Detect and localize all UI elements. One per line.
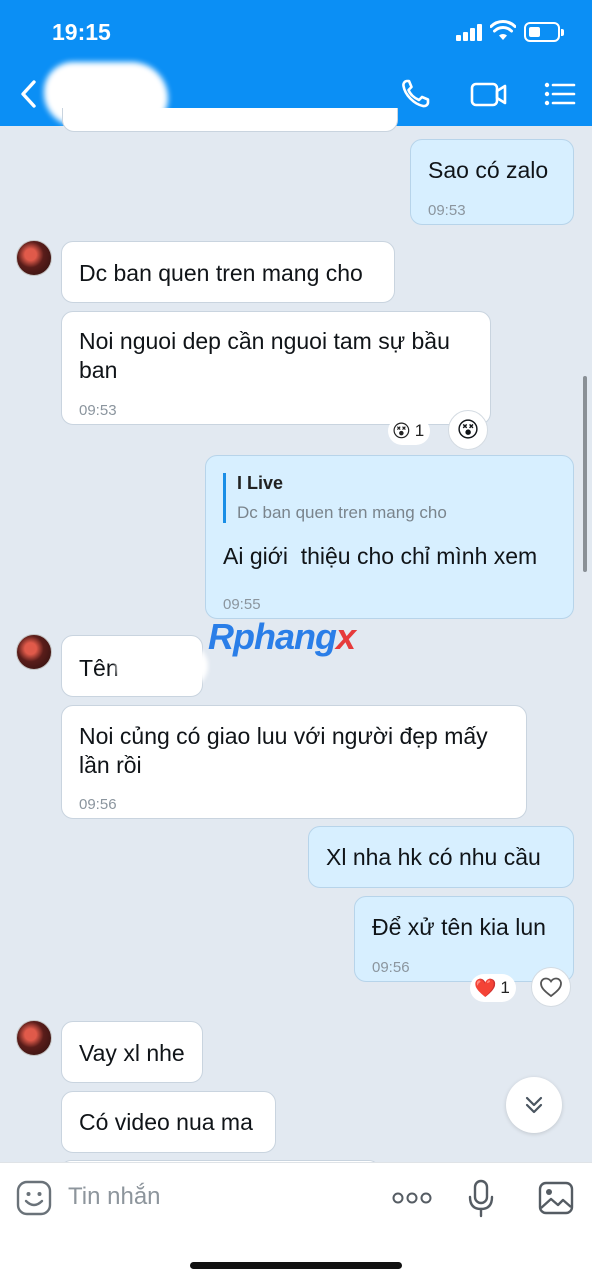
status-time: 19:15 <box>52 19 111 45</box>
message-text: Để xử tên kia lun <box>372 914 546 940</box>
message-bubble-incoming[interactable]: Tên <box>61 635 203 697</box>
message-bubble-outgoing[interactable]: Sao có zalo 09:53 <box>410 139 574 225</box>
message-text: Tên <box>79 655 119 681</box>
more-icon[interactable] <box>390 1188 434 1208</box>
message-text: Ai giới thiệu cho chỉ mình xem <box>223 543 538 569</box>
avatar[interactable] <box>16 634 52 670</box>
message-time: 09:53 <box>428 202 466 219</box>
heart-outline-icon <box>540 977 562 998</box>
redaction-blur <box>116 644 208 688</box>
scroll-to-bottom-button[interactable] <box>506 1077 562 1133</box>
contact-name-redacted[interactable] <box>44 62 168 126</box>
message-time: 09:56 <box>372 959 410 976</box>
message-text: Sao có zalo <box>428 157 549 183</box>
add-reaction-button[interactable]: 😵 <box>448 410 488 450</box>
reaction-chip[interactable]: 😵 1 <box>388 417 431 445</box>
video-call-icon[interactable] <box>469 76 509 112</box>
menu-list-icon[interactable] <box>540 76 580 112</box>
message-bubble-outgoing[interactable]: I Live Dc ban quen tren mang cho Ai giới… <box>205 455 574 619</box>
message-bubble-outgoing[interactable]: Để xử tên kia lun 09:56 <box>354 896 574 982</box>
message-time: 09:55 <box>223 596 261 613</box>
reaction-chip[interactable]: ❤️ 1 <box>470 974 516 1002</box>
message-bubble-incoming[interactable]: Dc ban quen tren mang cho <box>61 241 395 303</box>
dizzy-face-emoji-icon: 😵 <box>392 420 411 441</box>
quote-bar <box>223 473 226 523</box>
quote-text: Dc ban quen tren mang cho <box>237 503 447 522</box>
image-icon[interactable] <box>538 1181 574 1215</box>
message-bubble-incoming[interactable]: Noi củng có giao luu với người đẹp mấy l… <box>61 705 527 819</box>
message-time: 09:53 <box>79 402 117 419</box>
watermark-logo: Rphangx <box>208 616 356 657</box>
scrollbar-thumb[interactable] <box>583 376 587 572</box>
microphone-icon[interactable] <box>466 1179 496 1219</box>
message-text: Dc ban quen tren mang cho <box>79 260 363 286</box>
add-reaction-button[interactable] <box>531 967 571 1007</box>
heart-emoji-icon: ❤️ <box>474 977 497 998</box>
wifi-icon <box>490 20 516 40</box>
message-input[interactable]: Tin nhắn <box>68 1183 161 1211</box>
message-bubble-incoming[interactable]: Vay xl nhe <box>61 1021 203 1083</box>
message-list[interactable]: Sao có zalo 09:53 Dc ban quen tren mang … <box>0 0 592 1170</box>
quote-author: I Live <box>237 473 284 493</box>
message-bubble-incoming[interactable]: Noi nguoi dep cần nguoi tam sự bầu ban 0… <box>61 311 491 425</box>
reaction-count: 1 <box>500 978 510 997</box>
chat-header: 19:15 <box>0 0 592 126</box>
message-text: Xl nha hk có nhu cầu <box>326 844 541 870</box>
message-text: Vay xl nhe <box>79 1040 185 1066</box>
reaction-count: 1 <box>414 421 425 440</box>
message-text: Noi nguoi dep cần nguoi tam sự bầu ban <box>79 328 450 383</box>
message-text: Có video nua ma <box>79 1109 253 1135</box>
cellular-signal-icon <box>456 24 484 41</box>
message-bubble-incoming[interactable]: Có video nua ma <box>61 1091 276 1153</box>
phone-icon[interactable] <box>398 76 438 112</box>
message-bubble-outgoing[interactable]: Xl nha hk có nhu cầu <box>308 826 574 888</box>
message-time: 09:56 <box>79 796 117 813</box>
double-chevron-down-icon <box>525 1096 543 1114</box>
avatar[interactable] <box>16 240 52 276</box>
avatar[interactable] <box>16 1020 52 1056</box>
message-text: Noi củng có giao luu với người đẹp mấy l… <box>79 723 488 778</box>
home-indicator[interactable] <box>190 1262 402 1269</box>
battery-icon <box>524 22 564 42</box>
dizzy-face-emoji-icon: 😵 <box>456 417 480 442</box>
chevron-left-icon[interactable] <box>16 76 44 112</box>
sticker-icon[interactable] <box>16 1180 52 1216</box>
